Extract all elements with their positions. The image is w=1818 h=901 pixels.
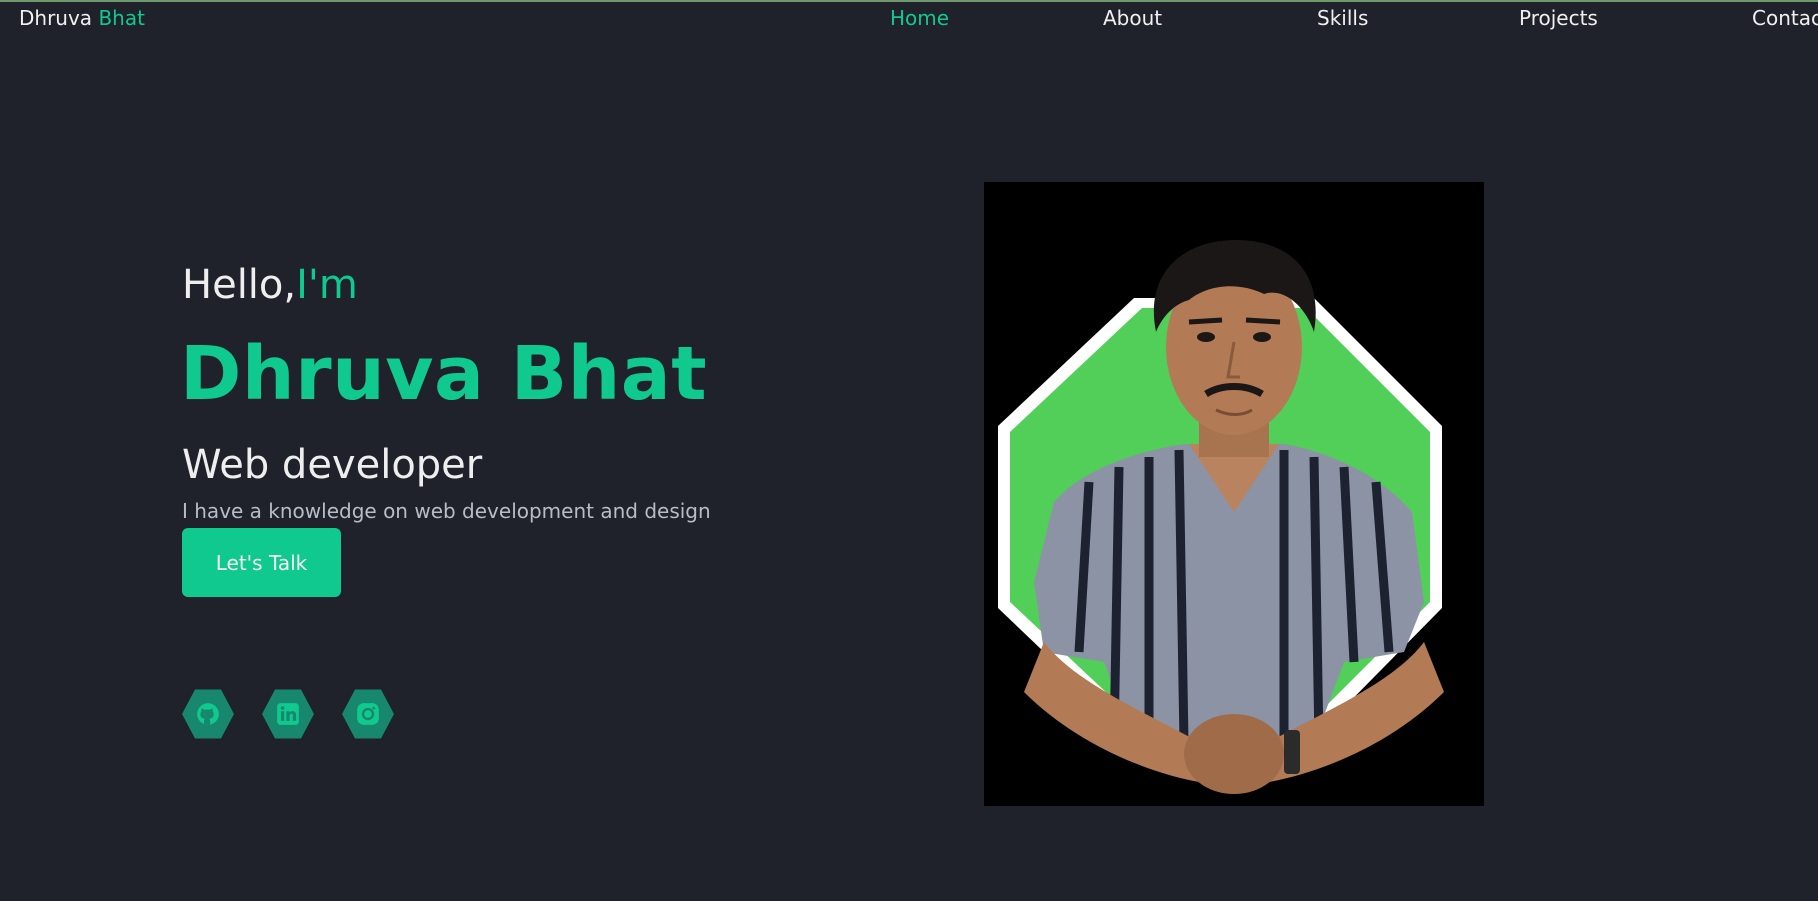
hero-description: I have a knowledge on web development an…: [182, 499, 711, 523]
lets-talk-button[interactable]: Let's Talk: [182, 528, 341, 597]
nav-link-home[interactable]: Home: [890, 6, 949, 30]
brand-first-name: Dhruva: [19, 6, 93, 30]
hero-greeting: Hello,I'm: [182, 262, 358, 308]
nav-link-skills[interactable]: Skills: [1317, 6, 1368, 30]
social-link-github[interactable]: [182, 689, 234, 739]
hero-im: I'm: [296, 262, 358, 308]
social-link-instagram[interactable]: [342, 689, 394, 739]
profile-photo: [984, 182, 1484, 806]
nav-link-about[interactable]: About: [1103, 6, 1162, 30]
brand-last-name: Bhat: [98, 6, 145, 30]
brand-logo[interactable]: Dhruva Bhat: [19, 6, 145, 30]
linkedin-icon: [277, 703, 299, 725]
social-link-linkedin[interactable]: [262, 689, 314, 739]
hero-role: Web developer: [182, 442, 483, 488]
github-icon: [197, 703, 219, 725]
nav-link-projects[interactable]: Projects: [1519, 6, 1598, 30]
hero-hello: Hello,: [182, 262, 297, 308]
hero-name: Dhruva Bhat: [180, 331, 708, 417]
navbar: Dhruva Bhat Home About Skills Projects C…: [0, 2, 1818, 32]
instagram-icon: [357, 703, 379, 725]
nav-link-contact[interactable]: Contac: [1752, 6, 1818, 30]
portrait-illustration: [984, 182, 1484, 806]
